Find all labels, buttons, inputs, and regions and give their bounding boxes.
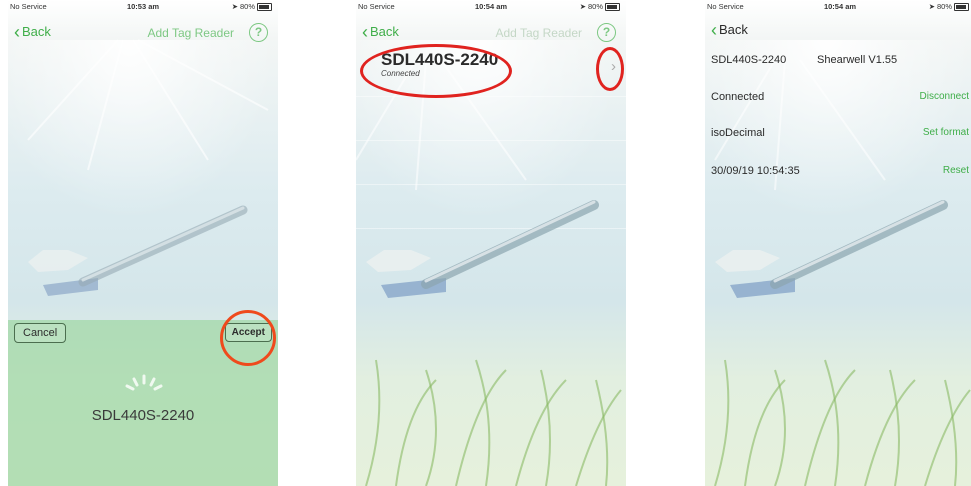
battery-icon: [954, 2, 969, 11]
help-icon[interactable]: ?: [249, 23, 268, 42]
disconnect-button[interactable]: Disconnect: [920, 91, 969, 102]
battery-indicator: ➤ 80%: [232, 2, 272, 11]
firmware-version: Shearwell V1.55: [817, 54, 898, 66]
location-icon: ➤: [231, 2, 238, 11]
back-label: Back: [22, 24, 51, 39]
status-bar: No Service 10:53 am ➤ 80%: [8, 0, 278, 14]
page-title: Add Tag Reader: [147, 26, 234, 40]
loading-spinner-icon: [125, 374, 163, 391]
cancel-button[interactable]: Cancel: [14, 323, 67, 343]
back-button[interactable]: ‹ Back: [14, 21, 51, 42]
status-bar: No Service 10:54 am ➤ 80%: [705, 0, 971, 14]
chevron-left-icon: ‹: [14, 21, 20, 42]
grass-image: [714, 359, 971, 486]
battery-percent: 80%: [587, 2, 603, 11]
nav-bar: ‹ Back Add Tag Reader ?: [356, 22, 626, 46]
reader-model: SDL440S-2240: [711, 54, 787, 66]
nav-bar: ‹ Back Add Tag Reader ?: [8, 22, 278, 46]
set-format-button[interactable]: Set format: [923, 127, 969, 138]
battery-icon: [257, 2, 272, 11]
highlight-ellipse: [596, 47, 624, 91]
location-icon: ➤: [579, 2, 586, 11]
battery-indicator: ➤ 80%: [929, 2, 969, 11]
discovered-device-name: SDL440S-2240: [91, 407, 195, 424]
battery-percent: 80%: [936, 2, 952, 11]
chevron-left-icon: ‹: [711, 19, 717, 40]
connection-status: Connected: [711, 91, 765, 103]
help-icon[interactable]: ?: [597, 23, 616, 42]
back-label: Back: [370, 24, 399, 39]
phone-screen-3: No Service 10:54 am ➤ 80% ‹ Back SDL440S…: [705, 0, 971, 486]
status-bar: No Service 10:54 am ➤ 80%: [356, 0, 626, 14]
tag-format: isoDecimal: [711, 127, 765, 139]
highlight-ellipse: [360, 44, 512, 98]
chevron-left-icon: ‹: [362, 21, 368, 42]
battery-percent: 80%: [239, 2, 255, 11]
nav-bar: ‹ Back: [705, 20, 971, 44]
battery-icon: [605, 2, 620, 11]
phone-screen-2: No Service 10:54 am ➤ 80% ‹ Back Add Tag…: [356, 0, 626, 486]
reader-datetime: 30/09/19 10:54:35: [711, 165, 800, 177]
info-row-connection: Connected Disconnect: [705, 91, 971, 107]
highlight-circle: [220, 310, 276, 366]
reset-button[interactable]: Reset: [943, 165, 969, 176]
battery-indicator: ➤ 80%: [580, 2, 620, 11]
location-icon: ➤: [928, 2, 935, 11]
back-button[interactable]: ‹ Back: [362, 21, 399, 42]
back-button[interactable]: ‹ Back: [711, 19, 748, 40]
info-row-device: SDL440S-2240 Shearwell V1.55: [705, 54, 971, 70]
phone-screen-1: No Service 10:53 am ➤ 80% ‹ Back Add Tag…: [8, 0, 278, 486]
info-row-clock: 30/09/19 10:54:35 Reset: [705, 165, 971, 181]
back-label: Back: [719, 22, 748, 37]
page-title: Add Tag Reader: [495, 26, 582, 40]
info-row-format: isoDecimal Set format: [705, 127, 971, 143]
